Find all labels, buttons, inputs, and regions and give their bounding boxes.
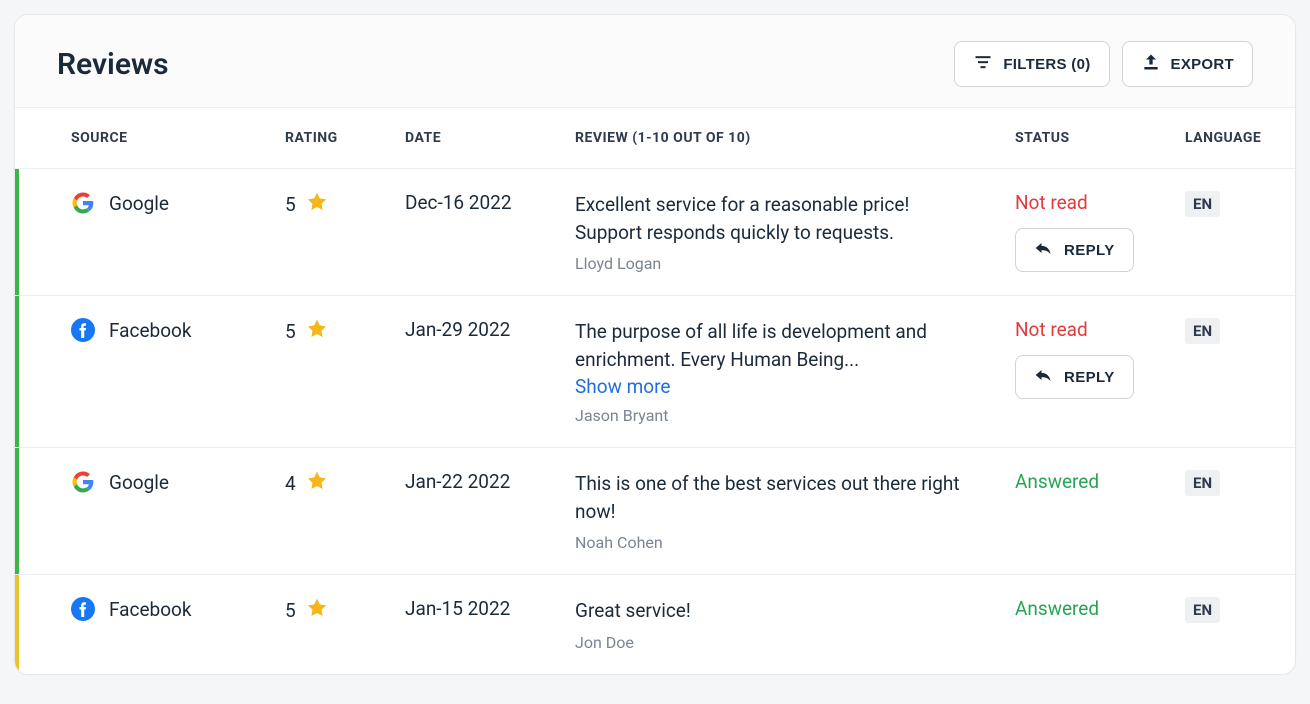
filters-label: FILTERS (0)	[1003, 56, 1090, 73]
rating-value: 5	[285, 599, 296, 622]
row-accent	[15, 448, 19, 574]
row-accent	[15, 169, 19, 295]
reply-button[interactable]: REPLY	[1015, 228, 1134, 272]
row-accent	[15, 575, 19, 674]
col-status[interactable]: STATUS	[995, 108, 1165, 169]
header: Reviews FILTERS (0) EXPORT	[15, 15, 1295, 107]
star-icon	[306, 597, 328, 624]
col-rating[interactable]: RATING	[265, 108, 385, 169]
review-text: Excellent service for a reasonable price…	[575, 191, 975, 246]
table-row: Google 5 Dec-16 2022 Excellent service for …	[15, 169, 1295, 296]
table-row: Facebook 5 Jan-15 2022 Great service! Jon Do…	[15, 575, 1295, 674]
star-icon	[306, 191, 328, 218]
review-text: Great service!	[575, 597, 975, 625]
date-text: Jan-29 2022	[405, 318, 510, 341]
filters-button[interactable]: FILTERS (0)	[954, 41, 1109, 87]
page-title: Reviews	[57, 47, 169, 82]
status-text: Not read	[1015, 318, 1145, 341]
reviews-card: Reviews FILTERS (0) EXPORT SOURCE RA	[14, 14, 1296, 675]
review-author: Jon Doe	[575, 633, 975, 652]
reviews-table: SOURCE RATING DATE REVIEW (1-10 OUT OF 1…	[15, 107, 1295, 674]
reply-label: REPLY	[1064, 242, 1115, 259]
status-text: Answered	[1015, 470, 1145, 493]
upload-icon	[1141, 52, 1161, 76]
col-review[interactable]: REVIEW (1-10 OUT OF 10)	[555, 108, 995, 169]
language-badge: EN	[1185, 470, 1220, 496]
language-badge: EN	[1185, 318, 1220, 344]
source-name: Google	[109, 471, 169, 494]
header-actions: FILTERS (0) EXPORT	[954, 41, 1253, 87]
review-author: Noah Cohen	[575, 533, 975, 552]
rating-value: 5	[285, 320, 296, 343]
status-text: Answered	[1015, 597, 1145, 620]
google-icon	[71, 191, 95, 215]
row-accent	[15, 296, 19, 447]
reply-icon	[1034, 239, 1054, 261]
language-badge: EN	[1185, 191, 1220, 217]
date-text: Jan-22 2022	[405, 470, 510, 493]
rating-value: 4	[285, 472, 296, 495]
star-icon	[306, 318, 328, 345]
review-text: This is one of the best services out the…	[575, 470, 975, 525]
source-name: Google	[109, 192, 169, 215]
google-icon	[71, 470, 95, 494]
rating-value: 5	[285, 193, 296, 216]
review-text: The purpose of all life is development a…	[575, 318, 975, 373]
table-header-row: SOURCE RATING DATE REVIEW (1-10 OUT OF 1…	[15, 108, 1295, 169]
review-author: Lloyd Logan	[575, 254, 975, 273]
table-row: Google 4 Jan-22 2022 This is one of the bes…	[15, 448, 1295, 575]
source-name: Facebook	[109, 598, 192, 621]
col-source[interactable]: SOURCE	[15, 108, 265, 169]
reply-button[interactable]: REPLY	[1015, 355, 1134, 399]
show-more-link[interactable]: Show more	[575, 375, 975, 398]
export-button[interactable]: EXPORT	[1122, 41, 1253, 87]
star-icon	[306, 470, 328, 497]
reply-icon	[1034, 366, 1054, 388]
facebook-icon	[71, 318, 95, 342]
table-row: Facebook 5 Jan-29 2022 The purpose of all l…	[15, 296, 1295, 448]
col-language[interactable]: LANGUAGE	[1165, 108, 1295, 169]
date-text: Jan-15 2022	[405, 597, 510, 620]
review-author: Jason Bryant	[575, 406, 975, 425]
date-text: Dec-16 2022	[405, 191, 512, 214]
facebook-icon	[71, 597, 95, 621]
filter-icon	[973, 52, 993, 76]
source-name: Facebook	[109, 319, 192, 342]
reply-label: REPLY	[1064, 369, 1115, 386]
status-text: Not read	[1015, 191, 1145, 214]
export-label: EXPORT	[1171, 56, 1234, 73]
language-badge: EN	[1185, 597, 1220, 623]
col-date[interactable]: DATE	[385, 108, 555, 169]
